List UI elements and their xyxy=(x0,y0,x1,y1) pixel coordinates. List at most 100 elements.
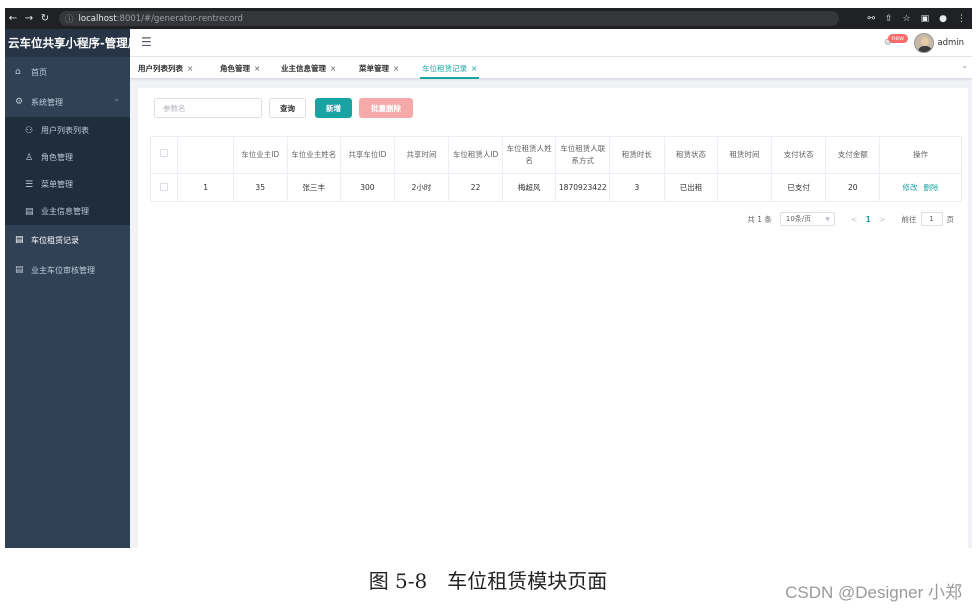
batch-delete-button[interactable]: 批量删除 xyxy=(359,98,413,118)
top-header: ☰ ⚙ new admin xyxy=(130,29,972,57)
address-bar[interactable]: ⓘ localhost:8001/#/generator-rentrecord xyxy=(59,11,839,26)
avatar[interactable] xyxy=(914,33,934,53)
cell-renter-name: 梅超风 xyxy=(501,173,557,202)
more-icon[interactable]: ⋮ xyxy=(957,14,966,24)
watermark: CSDN @Designer 小郑 xyxy=(785,583,962,602)
sidebar-item-label: 角色管理 xyxy=(41,153,73,162)
cell-rent-time xyxy=(717,173,772,202)
page-number-current[interactable]: 1 xyxy=(866,215,871,224)
sidebar-item-home[interactable]: ⌂ 首页 xyxy=(5,57,130,87)
tab-rent-records[interactable]: 车位租赁记录 × xyxy=(419,61,480,79)
next-page-button[interactable]: > xyxy=(879,215,886,224)
goto-page-input[interactable]: 1 xyxy=(920,212,943,226)
profile-icon[interactable]: ● xyxy=(939,14,947,24)
delete-link[interactable]: 删除 xyxy=(924,183,939,192)
back-icon[interactable]: ← xyxy=(5,13,21,24)
role-icon: ♙ xyxy=(25,152,34,163)
username[interactable]: admin xyxy=(937,38,964,48)
column-header: 共享车位ID xyxy=(340,136,395,174)
menu-list-icon: ☰ xyxy=(25,179,34,190)
chevron-down-icon: ▼ xyxy=(825,215,830,223)
sidebar-item-label: 业主信息管理 xyxy=(41,207,89,216)
select-all-checkbox[interactable] xyxy=(160,149,169,157)
column-header: 车位租赁人姓名 xyxy=(501,136,557,174)
column-header: 租赁状态 xyxy=(663,136,719,174)
sidebar-item-rent-records[interactable]: ▤ 车位租赁记录 xyxy=(5,225,130,255)
url-host: localhost xyxy=(78,13,117,24)
close-icon[interactable]: × xyxy=(187,64,193,73)
browser-toolbar: ← → ↻ ⓘ localhost:8001/#/generator-rentr… xyxy=(5,8,972,29)
app-screen: ← → ↻ ⓘ localhost:8001/#/generator-rentr… xyxy=(5,8,972,548)
close-icon[interactable]: × xyxy=(254,64,260,73)
sidepanel-icon[interactable]: ▣ xyxy=(921,14,930,24)
column-header: 共享时间 xyxy=(393,136,450,174)
close-icon[interactable]: × xyxy=(393,64,399,73)
cell-renter-id: 22 xyxy=(448,173,503,202)
home-icon: ⌂ xyxy=(15,67,21,77)
column-header: 车位业主姓名 xyxy=(286,136,342,174)
tab-roles[interactable]: 角色管理 × xyxy=(220,61,260,75)
cell-space-id: 300 xyxy=(340,173,395,202)
column-header: 车位租赁人联系方式 xyxy=(555,136,611,174)
cell-owner-name: 张三丰 xyxy=(286,173,342,202)
data-table: 车位业主ID 车位业主姓名 共享车位ID 共享时间 车位租赁人ID 车位租赁人姓… xyxy=(149,136,962,202)
sidebar-item-owner-info[interactable]: ▤ 业主信息管理 xyxy=(5,198,130,225)
browser-actions: ⚯ ⇧ ☆ ▣ ● ⋮ xyxy=(867,8,966,29)
forward-icon[interactable]: → xyxy=(21,13,37,24)
cell-rent-duration: 3 xyxy=(609,173,665,202)
pagination-total: 共 1 条 xyxy=(747,214,772,224)
cell-actions: 修改 删除 xyxy=(879,173,962,202)
tab-user-list[interactable]: 用户列表列表 × xyxy=(138,61,193,75)
column-header: 操作 xyxy=(879,136,962,174)
sidebar-item-owner-space-review[interactable]: ▤ 业主车位审核管理 xyxy=(5,255,130,285)
cell-owner-id: 35 xyxy=(232,173,288,202)
cell-share-time: 2小时 xyxy=(393,173,450,202)
sidebar-item-user-list[interactable]: ⚇ 用户列表列表 xyxy=(5,117,130,144)
key-icon[interactable]: ⚯ xyxy=(867,14,875,24)
column-header: 支付状态 xyxy=(770,136,827,174)
column-header: 车位业主ID xyxy=(232,136,288,174)
goto-suffix: 页 xyxy=(946,214,955,224)
sidebar: 云车位共享小程序-管理后 ⌂ 首页 ⚙ 系统管理 ⌃ ⚇ 用户列表列表 ♙ 角色… xyxy=(5,29,130,548)
column-header: 支付金额 xyxy=(825,136,881,174)
tags-view: 用户列表列表 × 角色管理 × 业主信息管理 × 菜单管理 × 车位租赁记录 × ⌄ xyxy=(130,57,972,79)
tab-label: 角色管理 xyxy=(220,63,250,73)
query-button[interactable]: 查询 xyxy=(269,98,306,118)
close-icon[interactable]: × xyxy=(471,64,477,73)
sidebar-item-label: 首页 xyxy=(31,67,47,77)
sidebar-item-system[interactable]: ⚙ 系统管理 ⌃ xyxy=(5,87,130,117)
reload-icon[interactable]: ↻ xyxy=(37,13,53,24)
user-icon: ⚇ xyxy=(25,125,34,136)
sidebar-item-menus[interactable]: ☰ 菜单管理 xyxy=(5,171,130,198)
column-header: 租赁时间 xyxy=(717,136,772,174)
chevron-down-icon[interactable]: ⌄ xyxy=(961,61,968,70)
share-icon[interactable]: ⇧ xyxy=(885,14,893,24)
add-button[interactable]: 新增 xyxy=(315,98,352,118)
tab-label: 菜单管理 xyxy=(359,63,389,73)
gear-icon: ⚙ xyxy=(15,97,24,107)
tab-menus[interactable]: 菜单管理 × xyxy=(359,61,399,75)
search-input[interactable] xyxy=(154,98,262,118)
prev-page-button[interactable]: < xyxy=(851,215,858,224)
edit-link[interactable]: 修改 xyxy=(903,183,918,192)
close-icon[interactable]: × xyxy=(330,64,336,73)
cell-pay-status: 已支付 xyxy=(770,173,827,202)
row-select-cell[interactable] xyxy=(149,173,179,202)
tab-label: 车位租赁记录 xyxy=(422,63,467,73)
tab-owner-info[interactable]: 业主信息管理 × xyxy=(281,61,336,75)
chevron-up-icon: ⌃ xyxy=(113,97,120,107)
tab-label: 业主信息管理 xyxy=(281,63,326,73)
info-icon: ⓘ xyxy=(65,14,74,25)
page-size-select[interactable]: 10条/页 ▼ xyxy=(779,212,835,226)
hamburger-icon[interactable]: ☰ xyxy=(141,35,152,49)
sidebar-item-label: 系统管理 xyxy=(31,97,63,107)
select-all-cell[interactable] xyxy=(149,136,179,174)
sidebar-item-label: 业主车位审核管理 xyxy=(31,265,95,275)
cell-rent-status: 已出租 xyxy=(663,173,719,202)
main-card: 查询 新增 批量删除 车位业主ID 车位业主姓名 共享车位ID 共享时间 车位租… xyxy=(138,88,968,548)
doc-icon: ▤ xyxy=(15,265,24,275)
star-icon[interactable]: ☆ xyxy=(903,14,911,24)
sidebar-item-roles[interactable]: ♙ 角色管理 xyxy=(5,144,130,171)
column-header: 租赁时长 xyxy=(609,136,665,174)
row-checkbox[interactable] xyxy=(160,182,169,191)
